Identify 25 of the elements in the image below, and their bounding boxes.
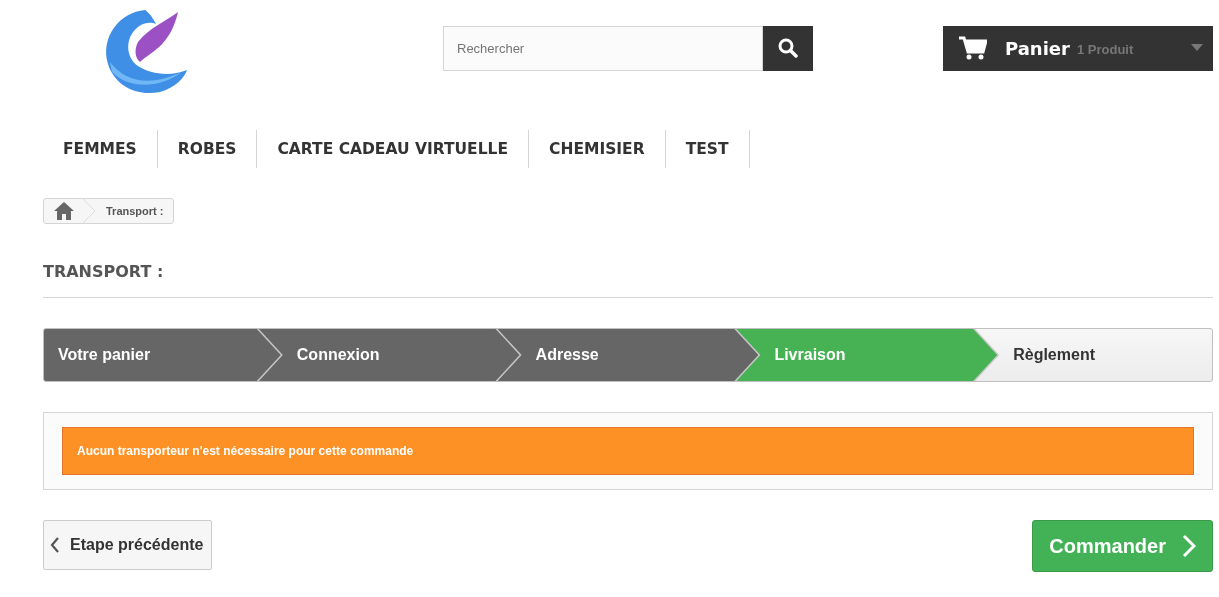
search-button[interactable] <box>763 25 813 71</box>
checkout-step: Connexion <box>258 329 520 381</box>
checkout-step: Règlement <box>975 329 1212 381</box>
menu-item[interactable]: TEST <box>665 130 750 168</box>
menu-item[interactable]: ROBES <box>157 130 258 168</box>
search-icon <box>778 38 798 58</box>
home-icon[interactable] <box>54 202 74 220</box>
back-button[interactable]: Etape précédente <box>43 520 213 570</box>
cart-icon <box>959 35 987 61</box>
checkout-step: Votre panier <box>44 329 281 381</box>
warning-message: Aucun transporteur n'est nécessaire pour cette commande <box>62 427 1194 475</box>
caret-icon <box>1191 43 1203 51</box>
chevron-left-icon <box>50 537 60 553</box>
page-title: TRANSPORT : <box>43 262 1213 298</box>
search-field[interactable]: Rechercher <box>443 25 763 71</box>
cart-count: 1 Produit <box>1076 42 1134 57</box>
cart-button[interactable]: Panier 1 Produit <box>943 25 1213 71</box>
menu-item[interactable]: CARTE CADEAU VIRTUELLE <box>257 130 530 168</box>
chevron-right-icon <box>1182 534 1196 558</box>
menu-item[interactable]: FEMMES <box>43 130 158 168</box>
checkout-step: Livraison <box>736 329 998 381</box>
checkout-step: Adresse <box>497 329 759 381</box>
cart-label: Panier <box>1005 37 1070 59</box>
breadcrumb-item: Transport : <box>106 205 164 217</box>
menu-item[interactable]: CHEMISIER <box>529 130 666 168</box>
